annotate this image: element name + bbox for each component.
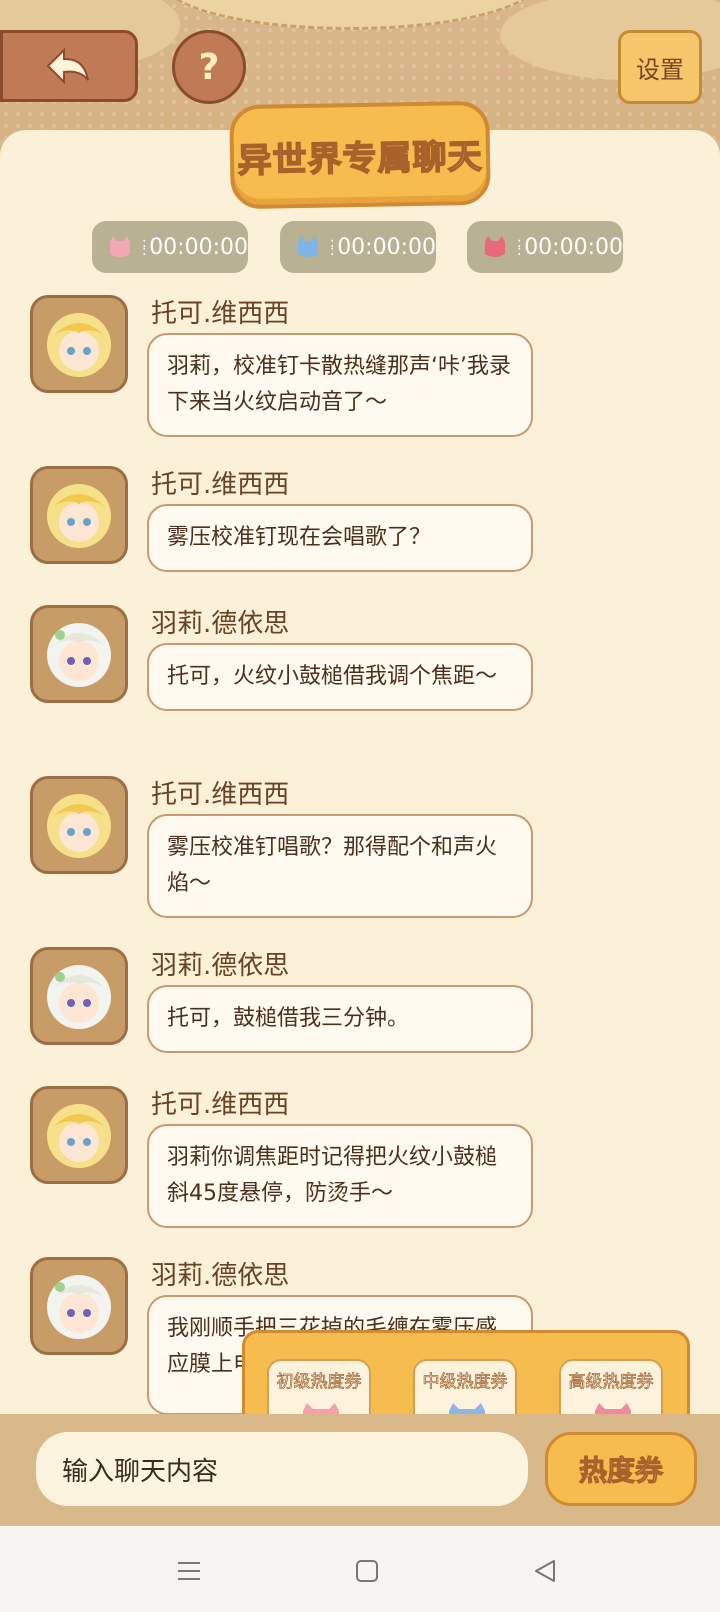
help-button[interactable]: ? bbox=[172, 30, 246, 104]
sender-name: 托可.维西西 bbox=[151, 780, 290, 810]
message-bubble: 羽莉，校准钉卡散热缝那声‘咔’我录下来当火纹启动音了～ bbox=[147, 333, 533, 437]
timer-badge-1: :: 00:00:00 bbox=[92, 221, 248, 273]
coupon-advanced[interactable]: 高级热度券 bbox=[559, 1359, 663, 1417]
sender-name: 托可.维西西 bbox=[151, 470, 290, 500]
coupon-intermediate[interactable]: 中级热度券 bbox=[413, 1359, 517, 1417]
message-bubble: 羽莉你调焦距时记得把火纹小鼓槌斜45度悬停，防烫手～ bbox=[147, 1124, 533, 1228]
chat-input[interactable]: 输入聊天内容 bbox=[36, 1432, 528, 1506]
timer-value: 00:00:00 bbox=[524, 234, 623, 260]
chat-title-banner: 异世界专属聊天 bbox=[229, 100, 491, 210]
blue-cat-icon bbox=[290, 227, 326, 267]
avatar-blonde-girl[interactable] bbox=[30, 1086, 128, 1184]
coupon-label: 高级热度券 bbox=[568, 1372, 654, 1393]
sender-name: 羽莉.德依思 bbox=[151, 609, 290, 639]
timer-value: 00:00:00 bbox=[149, 234, 248, 260]
heat-coupon-button[interactable]: 热度券 bbox=[545, 1432, 697, 1506]
sender-name: 托可.维西西 bbox=[151, 299, 290, 329]
pink-cat-icon bbox=[102, 227, 138, 267]
coupon-popup: 初级热度券 中级热度券 高级热度券 bbox=[242, 1330, 690, 1420]
menu-icon[interactable] bbox=[172, 1554, 206, 1588]
avatar-white-hair-girl[interactable] bbox=[30, 947, 128, 1045]
timer-value: 00:00:00 bbox=[337, 234, 436, 260]
timer-badge-3: :: 00:00:00 bbox=[467, 221, 623, 273]
sender-name: 托可.维西西 bbox=[151, 1090, 290, 1120]
back-triangle-icon[interactable] bbox=[528, 1554, 562, 1588]
message-bubble: 雾压校准钉唱歌？那得配个和声火焰～ bbox=[147, 814, 533, 918]
avatar-white-hair-girl[interactable] bbox=[30, 1257, 128, 1355]
back-button[interactable] bbox=[0, 30, 138, 102]
home-square-icon[interactable] bbox=[350, 1554, 384, 1588]
coupon-label: 中级热度券 bbox=[422, 1372, 508, 1393]
settings-button[interactable]: 设置 bbox=[618, 30, 702, 104]
header-decoration bbox=[160, 0, 540, 30]
avatar-white-hair-girl[interactable] bbox=[30, 605, 128, 703]
avatar-blonde-girl[interactable] bbox=[30, 466, 128, 564]
avatar-blonde-girl[interactable] bbox=[30, 295, 128, 393]
message-bubble: 托可，火纹小鼓槌借我调个焦距～ bbox=[147, 643, 533, 711]
chat-input-bar: 输入聊天内容 热度券 bbox=[0, 1414, 720, 1526]
back-arrow-icon bbox=[46, 47, 89, 85]
red-cat-icon bbox=[477, 227, 513, 267]
coupon-basic[interactable]: 初级热度券 bbox=[267, 1359, 371, 1417]
sender-name: 羽莉.德依思 bbox=[151, 1261, 290, 1291]
message-bubble: 托可，鼓槌借我三分钟。 bbox=[147, 985, 533, 1053]
message-bubble: 雾压校准钉现在会唱歌了？ bbox=[147, 504, 533, 572]
sender-name: 羽莉.德依思 bbox=[151, 951, 290, 981]
timer-badge-2: :: 00:00:00 bbox=[280, 221, 436, 273]
system-nav-bar bbox=[0, 1526, 720, 1612]
page-title: 异世界专属聊天 bbox=[236, 136, 483, 182]
coupon-label: 初级热度券 bbox=[276, 1372, 362, 1393]
avatar-blonde-girl[interactable] bbox=[30, 776, 128, 874]
